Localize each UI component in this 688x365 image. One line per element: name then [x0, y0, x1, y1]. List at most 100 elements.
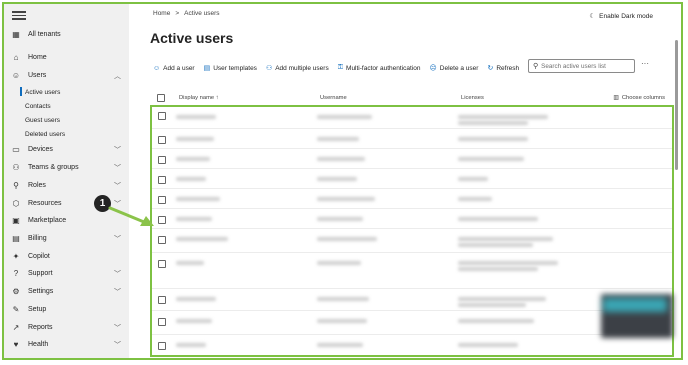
redacted-cell: [317, 343, 363, 347]
sidebar-item-devices[interactable]: ▭ Devices ﹀: [4, 141, 129, 158]
sidebar-item-settings[interactable]: ⚙ Settings ﹀: [4, 283, 129, 300]
hamburger-menu-icon[interactable]: [12, 9, 26, 21]
chevron-up-icon[interactable]: ︿: [114, 71, 121, 81]
row-checkbox[interactable]: [158, 318, 166, 326]
select-all-checkbox[interactable]: [157, 94, 165, 102]
breadcrumb-home[interactable]: Home: [153, 10, 170, 17]
table-row[interactable]: [152, 253, 672, 289]
table-row[interactable]: [152, 149, 672, 169]
row-checkbox[interactable]: [158, 112, 166, 120]
row-checkbox[interactable]: [158, 136, 166, 144]
sidebar-subitem-active-users[interactable]: Active users: [19, 86, 60, 98]
toolbar-label: Multi-factor authentication: [346, 64, 421, 72]
chevron-down-icon[interactable]: ﹀: [114, 269, 121, 279]
redacted-cell: [176, 261, 204, 265]
chevron-down-icon[interactable]: ﹀: [114, 340, 121, 350]
table-row[interactable]: [152, 335, 672, 355]
redacted-cell: [176, 177, 206, 181]
column-licenses[interactable]: Licenses: [461, 95, 484, 101]
redacted-cell: [458, 319, 534, 323]
redacted-cell: [458, 343, 518, 347]
table-row[interactable]: [152, 107, 672, 129]
user-table-body: [150, 105, 674, 357]
column-label: Display name: [179, 95, 215, 101]
home-icon: ⌂: [13, 53, 19, 62]
chevron-down-icon[interactable]: ﹀: [114, 323, 121, 333]
more-options-button[interactable]: ···: [641, 59, 649, 68]
row-checkbox[interactable]: [158, 236, 166, 244]
sidebar-item-all-tenants[interactable]: ▦ All tenants: [4, 26, 129, 43]
row-checkbox[interactable]: [158, 260, 166, 268]
lock-icon: ⚿: [337, 64, 344, 71]
chevron-down-icon[interactable]: ﹀: [114, 287, 121, 297]
sidebar-item-label: Reports: [28, 324, 53, 331]
sidebar-item-label: Resources: [28, 200, 62, 207]
sidebar-item-setup[interactable]: ✎ Setup: [4, 301, 129, 318]
table-row[interactable]: [152, 169, 672, 189]
redacted-cell: [317, 297, 369, 301]
multi-factor-authenticationbutton[interactable]: ⚿ Multi-factor authentication: [338, 64, 421, 72]
column-username[interactable]: Username: [320, 95, 347, 101]
sort-ascending-icon: ↑: [215, 95, 219, 101]
sidebar-item-label: Support: [28, 270, 53, 277]
row-checkbox[interactable]: [158, 196, 166, 204]
sidebar-subitem-contacts[interactable]: Contacts: [25, 100, 51, 112]
sidebar-item-users[interactable]: ☺ Users ︿: [4, 67, 129, 84]
tenants-icon: ▦: [12, 30, 20, 39]
row-checkbox[interactable]: [158, 176, 166, 184]
chevron-down-icon[interactable]: ﹀: [114, 234, 121, 244]
chevron-down-icon[interactable]: ﹀: [114, 181, 121, 191]
column-display-name[interactable]: Display name ↑: [179, 95, 219, 101]
main-content: Home > Active users ☾ Enable Dark mode A…: [129, 4, 681, 358]
sidebar-subitem-deleted-users[interactable]: Deleted users: [25, 128, 65, 140]
search-input[interactable]: ⚲ Search active users list: [528, 59, 635, 73]
redacted-cell: [458, 137, 528, 141]
sidebar-item-label: Marketplace: [28, 217, 67, 224]
sidebar-item-home[interactable]: ⌂ Home: [4, 49, 129, 66]
add-multiple-usersbutton[interactable]: ⚇ Add multiple users: [266, 64, 329, 73]
delete-a-userbutton[interactable]: ☹ Delete a user: [429, 64, 479, 73]
sidebar-item-roles[interactable]: ⚲ Roles ﹀: [4, 177, 129, 194]
health-icon: ♥: [13, 340, 19, 349]
dark-mode-toggle[interactable]: ☾ Enable Dark mode: [589, 12, 653, 21]
breadcrumb: Home > Active users: [153, 10, 220, 17]
sidebar-item-billing[interactable]: ▤ Billing ﹀: [4, 230, 129, 247]
redacted-cell: [458, 297, 546, 301]
redacted-cell: [176, 197, 220, 201]
toolbar-label: Delete a user: [439, 64, 479, 72]
vertical-scrollbar[interactable]: [675, 40, 678, 170]
table-row[interactable]: [152, 311, 672, 335]
devices-icon: ▭: [12, 145, 20, 154]
redacted-cell: [458, 243, 533, 247]
redacted-cell: [317, 261, 361, 265]
sidebar-item-health[interactable]: ♥ Health ﹀: [4, 336, 129, 353]
chevron-down-icon[interactable]: ﹀: [114, 163, 121, 173]
setup-icon: ✎: [12, 305, 20, 314]
choose-columns-button[interactable]: ▥ Choose columns: [613, 95, 665, 101]
sidebar-item-label: Setup: [28, 306, 47, 313]
refreshbutton[interactable]: ↻ Refresh: [487, 64, 519, 73]
toolbar-label: Add a user: [163, 64, 195, 72]
chevron-down-icon[interactable]: ﹀: [114, 145, 121, 155]
sidebar-item-copilot[interactable]: ✦ Copilot: [4, 248, 129, 265]
blurred-thumbnail: [601, 294, 673, 338]
row-checkbox[interactable]: [158, 296, 166, 304]
row-checkbox[interactable]: [158, 156, 166, 164]
command-bar: ☺ Add a user ▤ User templates ⚇ Add multiple …: [153, 61, 528, 75]
table-row[interactable]: [152, 209, 672, 229]
sidebar-item-support[interactable]: ? Support ﹀: [4, 265, 129, 282]
sidebar-item-reports[interactable]: ↗ Reports ﹀: [4, 319, 129, 336]
table-row[interactable]: [152, 289, 672, 311]
table-row[interactable]: [152, 189, 672, 209]
row-checkbox[interactable]: [158, 216, 166, 224]
moon-icon: ☾: [589, 13, 596, 20]
redacted-cell: [176, 217, 212, 221]
add-a-userbutton[interactable]: ☺ Add a user: [153, 65, 195, 72]
table-row[interactable]: [152, 129, 672, 149]
row-checkbox[interactable]: [158, 342, 166, 350]
sidebar-item-teams-groups[interactable]: ⚇ Teams & groups ﹀: [4, 159, 129, 176]
user-templatesbutton[interactable]: ▤ User templates: [204, 64, 257, 73]
table-row[interactable]: [152, 229, 672, 253]
redacted-cell: [317, 197, 375, 201]
sidebar-subitem-guest-users[interactable]: Guest users: [25, 114, 60, 126]
